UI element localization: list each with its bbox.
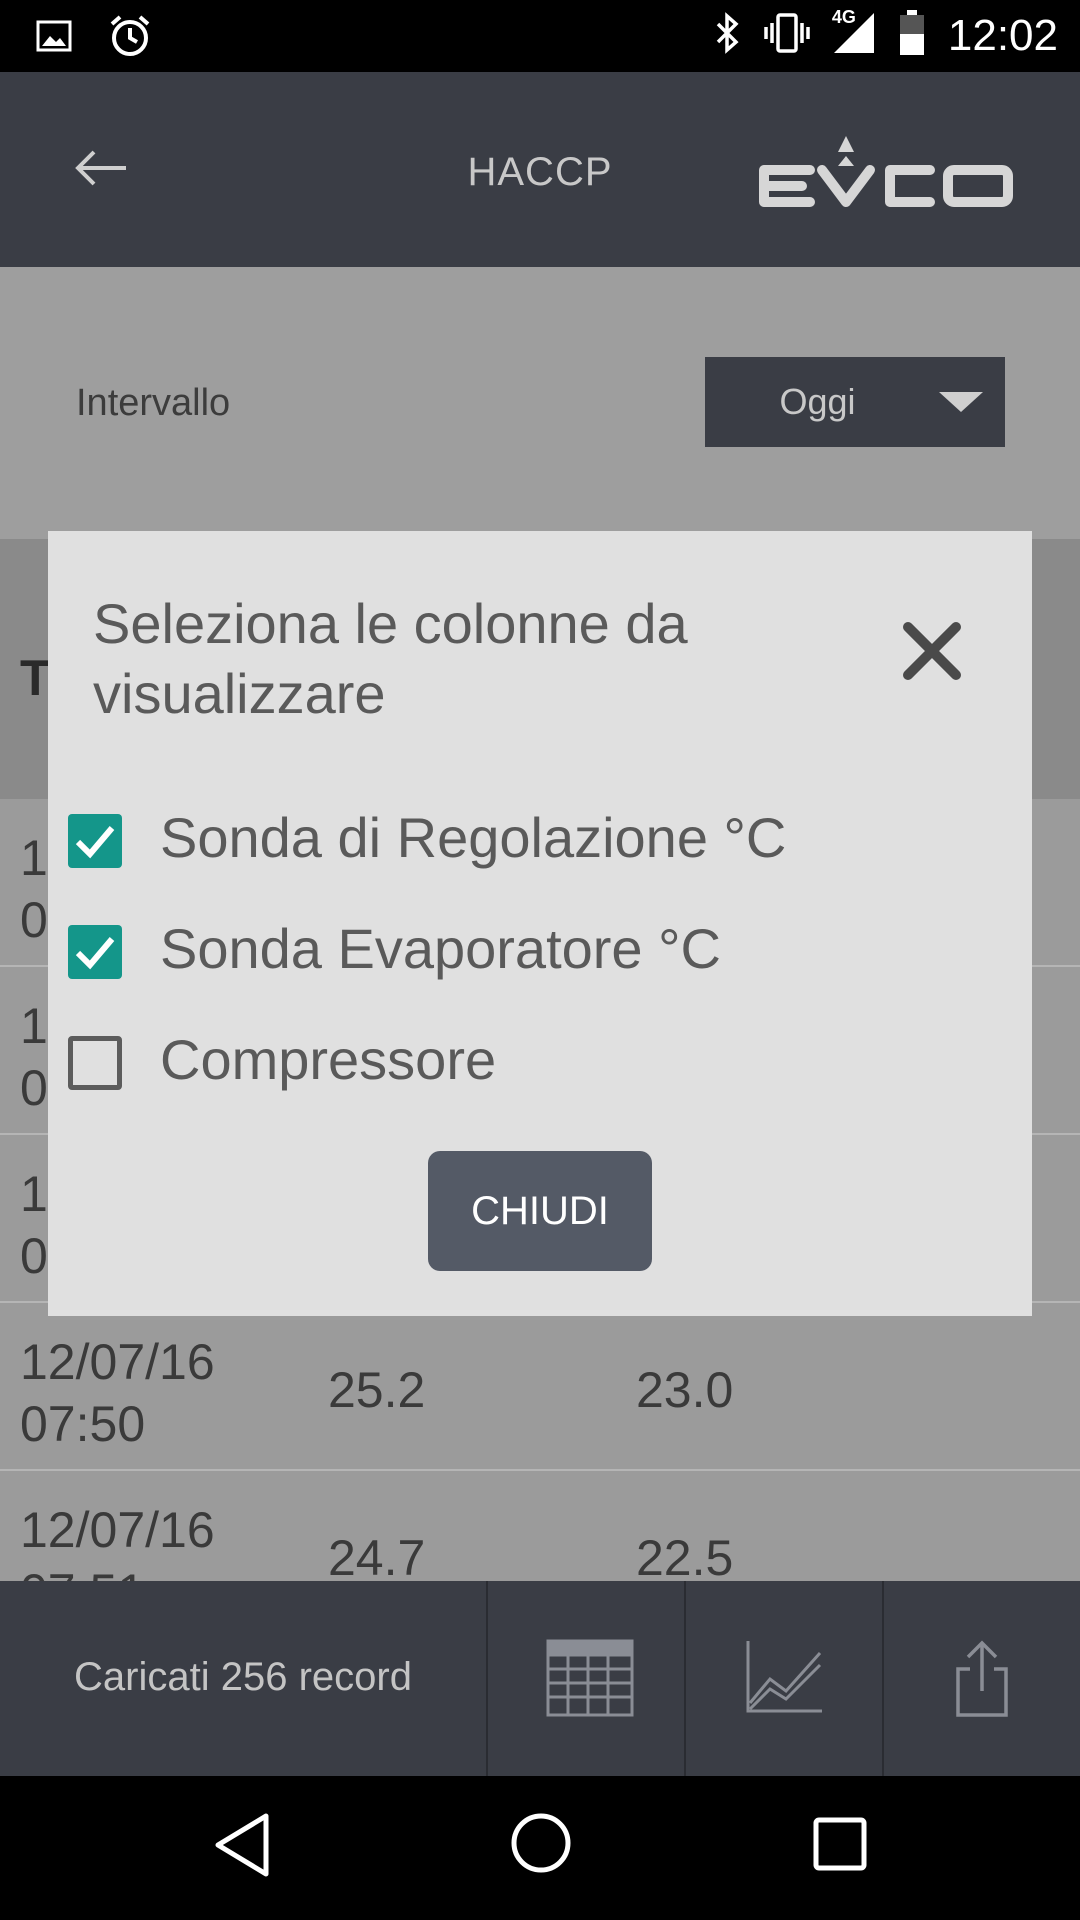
row-value-evaporator: 23.0	[636, 1362, 734, 1418]
close-button[interactable]: CHIUDI	[428, 1151, 652, 1271]
option-compressor[interactable]: Compressore	[68, 1021, 1008, 1101]
option-label: Compressore	[160, 1028, 497, 1091]
checkbox-checked[interactable]	[68, 814, 122, 868]
evco-logo	[752, 130, 1020, 218]
table-row[interactable]: 12/07/16 07:50 25.2 23.0	[0, 1303, 1080, 1471]
back-nav-icon[interactable]	[212, 1812, 272, 1883]
home-nav-icon[interactable]	[510, 1812, 572, 1879]
image-icon	[36, 20, 72, 57]
system-nav-bar	[0, 1776, 1080, 1920]
recents-nav-icon[interactable]	[812, 1816, 868, 1877]
filter-row: Intervallo Oggi	[0, 267, 1080, 539]
row-value-evaporator: 22.5	[636, 1530, 734, 1581]
row-date: 10	[20, 998, 48, 1116]
row-date: 10	[20, 1166, 48, 1284]
bottom-bar: Caricati 256 record	[0, 1581, 1080, 1776]
status-bar: 4G 12:02	[0, 0, 1080, 72]
table-header-label: T	[20, 650, 51, 706]
chart-view-button[interactable]	[684, 1581, 880, 1776]
row-date: 10	[20, 830, 48, 948]
bluetooth-icon	[714, 12, 742, 59]
interval-select[interactable]: Oggi	[705, 357, 1005, 447]
battery-icon	[898, 10, 926, 61]
close-icon[interactable]	[900, 619, 964, 683]
table-row[interactable]: 12/07/1607:51 24.7 22.5	[0, 1471, 1080, 1581]
row-value-regulation: 25.2	[328, 1362, 426, 1418]
clock: 12:02	[947, 10, 1058, 60]
alarm-icon	[108, 14, 152, 63]
row-date: 12/07/1607:51	[20, 1502, 215, 1581]
option-regulation-probe[interactable]: Sonda di Regolazione °C	[68, 799, 1008, 879]
option-label: Sonda di Regolazione °C	[160, 806, 787, 869]
app-header: HACCP	[0, 72, 1080, 267]
interval-label: Intervallo	[76, 382, 231, 424]
chevron-down-icon	[939, 392, 983, 412]
row-date: 12/07/16 07:50	[20, 1334, 215, 1452]
column-select-dialog: Seleziona le colonne da visualizzare Son…	[48, 531, 1032, 1316]
signal-icon: 4G	[832, 7, 876, 60]
interval-select-value: Oggi	[779, 381, 856, 422]
option-evaporator-probe[interactable]: Sonda Evaporatore °C	[68, 910, 1008, 990]
checkbox-unchecked[interactable]	[68, 1036, 122, 1090]
share-button[interactable]	[882, 1581, 1078, 1776]
record-count: Caricati 256 record	[74, 1655, 412, 1699]
table-view-button[interactable]	[486, 1581, 682, 1776]
dialog-title: Seleziona le colonne da visualizzare	[93, 592, 688, 725]
vibrate-icon	[764, 13, 810, 58]
row-value-regulation: 24.7	[328, 1530, 426, 1581]
checkbox-checked[interactable]	[68, 925, 122, 979]
option-label: Sonda Evaporatore °C	[160, 917, 721, 980]
